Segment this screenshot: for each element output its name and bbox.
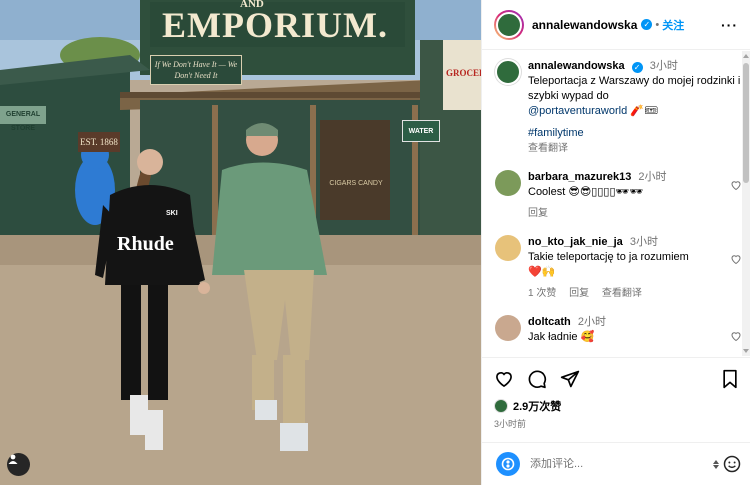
comment-likes-count[interactable]: 1 次赞 (528, 288, 556, 299)
comment-input[interactable] (530, 458, 690, 470)
caption-mention-link[interactable]: @portaventuraworld (528, 105, 627, 117)
comment-item: doltcath 2小时 Jak ładnie 🥰 (495, 315, 744, 345)
caption-username[interactable]: annalewandowska (528, 60, 625, 72)
comment-username[interactable]: barbara_mazurek13 (528, 171, 631, 183)
verified-badge-icon: ✓ (631, 62, 643, 73)
post-photo[interactable]: AND EMPORIUM. If We Don't Have It — We D… (0, 0, 481, 485)
commenter-avatar[interactable] (495, 315, 521, 341)
like-comment-heart-icon[interactable] (730, 253, 742, 265)
scrollbar-thumb[interactable] (743, 63, 749, 183)
instagram-post-window: AND EMPORIUM. If We Don't Have It — We D… (0, 0, 750, 485)
caption-translate-link[interactable]: 查看翻译 (528, 143, 568, 154)
comment-text: Takie teleportację to ja rozumiem (528, 251, 689, 263)
b-logo-icon (501, 457, 515, 471)
likes-count[interactable]: 2.9万次赞 (513, 398, 561, 414)
author-avatar[interactable] (494, 9, 524, 40)
reply-button[interactable]: 回复 (528, 208, 548, 219)
comment-text: Jak ładnie 🥰 (528, 331, 595, 343)
like-comment-heart-icon[interactable] (730, 330, 742, 342)
comment-time: 2小时 (638, 171, 667, 183)
comments-scrollbar[interactable] (742, 51, 750, 356)
commenter-avatar[interactable] (495, 170, 521, 196)
commenter-avatar[interactable] (495, 235, 521, 261)
bookmark-icon (723, 369, 737, 389)
general-store-sign: GENERAL STORE (5, 111, 41, 132)
comment-username[interactable]: doltcath (528, 316, 571, 328)
comment-translate-link[interactable]: 查看翻译 (602, 288, 642, 299)
like-button[interactable] (494, 369, 514, 389)
person-icon (8, 454, 18, 464)
like-comment-heart-icon[interactable] (730, 179, 742, 191)
est-sign: EST. 1868 (78, 132, 120, 152)
paper-plane-icon (560, 370, 580, 388)
shirt-small-print: SKI (166, 210, 178, 217)
reply-button[interactable]: 回复 (569, 288, 589, 299)
post-timestamp[interactable]: 3小时前 (494, 417, 739, 430)
spinner-up-icon[interactable] (713, 459, 719, 464)
post-actions: 2.9万次赞 3小时前 (482, 357, 750, 430)
comment-bubble-icon (528, 370, 547, 389)
comment-text: Coolest 😎😎▯▯▯▯🕶🕶 (528, 186, 644, 198)
scroll-down-arrow-icon[interactable] (743, 349, 749, 353)
verified-badge-icon: ✓ (641, 19, 653, 30)
cigars-sign: CIGARS CANDY (329, 180, 383, 187)
comment-emoji: ❤️🙌 (528, 266, 556, 278)
caption-time: 3小时 (649, 60, 678, 72)
slogan-sign: If We Don't Have It — We Don't Need It (150, 55, 242, 85)
likes-row[interactable]: 2.9万次赞 (494, 398, 739, 414)
comment-time: 3小时 (629, 236, 658, 248)
separator-dot: • (655, 18, 660, 31)
emporium-sign: EMPORIUM. (162, 5, 388, 45)
share-button[interactable] (560, 369, 580, 389)
author-username[interactable]: annalewandowska (532, 18, 637, 32)
tagged-users-button[interactable] (7, 453, 30, 476)
shirt-print: Rhude (117, 233, 174, 255)
follow-button[interactable]: 关注 (662, 17, 684, 33)
post-caption: annalewandowska ✓ 3小时 Teleportacja z War… (495, 59, 744, 156)
caption-emoji: 🧨🎟 (630, 105, 658, 117)
caption-avatar[interactable] (495, 59, 521, 85)
depot-sign: WATER (402, 120, 440, 142)
spinner-down-icon[interactable] (713, 464, 719, 469)
heart-icon (496, 372, 512, 388)
scroll-up-arrow-icon[interactable] (743, 54, 749, 58)
more-options-button[interactable]: ··· (721, 17, 738, 33)
liker-avatar (494, 399, 508, 413)
post-header: annalewandowska ✓ • 关注 ··· (482, 0, 750, 50)
add-comment-bar (482, 442, 750, 485)
comments-list[interactable]: annalewandowska ✓ 3小时 Teleportacja z War… (482, 51, 744, 356)
comment-username[interactable]: no_kto_jak_nie_ja (528, 236, 623, 248)
smiley-icon[interactable] (723, 455, 741, 473)
caption-text: Teleportacja z Warszawy do mojej rodzink… (528, 75, 741, 102)
input-spinner[interactable] (713, 459, 719, 469)
post-side-panel: annalewandowska ✓ • 关注 ··· annalewandows… (481, 0, 750, 485)
comment-time: 2小时 (577, 316, 606, 328)
emoji-picker-icon[interactable] (496, 452, 520, 476)
grocer-poster: GROCER (446, 68, 481, 78)
comment-item: no_kto_jak_nie_ja 3小时 Takie teleportację… (495, 235, 744, 301)
comment-button[interactable] (527, 369, 547, 389)
caption-hashtag-link[interactable]: #familytime (528, 127, 584, 139)
save-button[interactable] (721, 369, 739, 389)
comment-item: barbara_mazurek13 2小时 Coolest 😎😎▯▯▯▯🕶🕶 回… (495, 170, 744, 221)
